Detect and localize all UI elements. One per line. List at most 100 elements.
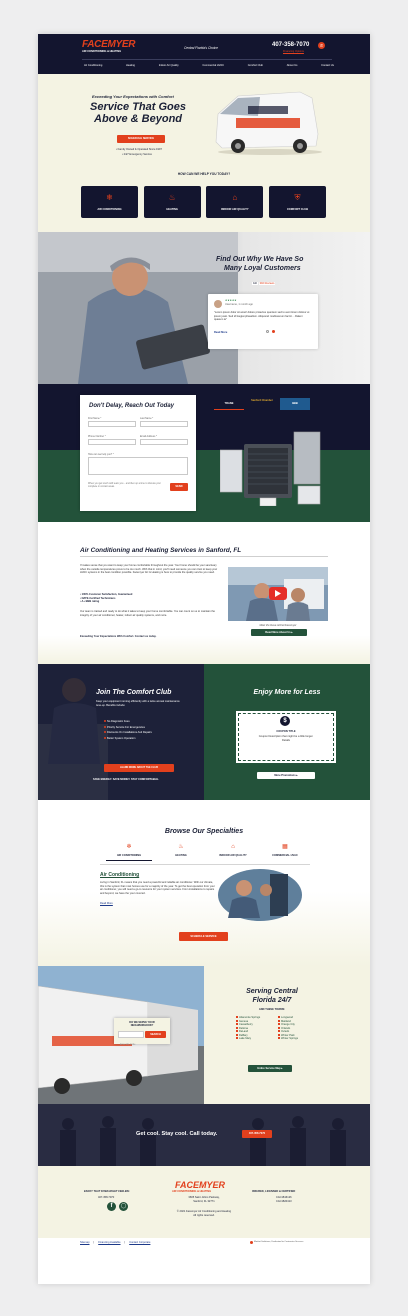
badge-chamber: Sanford Chamber — [251, 399, 273, 402]
first-name-field[interactable] — [88, 421, 136, 427]
footer-address-line2: Sanford, FL 32771 — [193, 1200, 215, 1203]
page: FACEMYER AIR CONDITIONING & HEATING Cent… — [38, 34, 370, 1284]
last-name-field[interactable] — [140, 421, 188, 427]
footer-address-line1: 3605 Saint Johns Parkway, — [188, 1196, 220, 1199]
tab-heating[interactable]: ♨ HEATING — [158, 844, 204, 860]
specialty-tabs: ❄ AIR CONDITIONING ♨ HEATING ⌂ INDOOR AI… — [106, 844, 308, 861]
hero-bullet-family-owned: • Family Owned & Operated Since 1997 — [116, 148, 162, 151]
specialties-title: Browse Our Specialties — [164, 828, 244, 835]
services-paragraph-1: If makes sense that you want to keep you… — [80, 564, 218, 574]
nav-commercial-hvac[interactable]: Commercial HVAC — [202, 64, 224, 68]
shield-icon: ⛨ — [294, 193, 301, 202]
zip-input[interactable]: Enter Zip Code — [118, 1031, 144, 1046]
send-button[interactable]: SEND — [170, 483, 188, 491]
reviewer-name: Username, 1 month ago — [225, 303, 253, 306]
area-title-line2: Florida 24/7 — [252, 997, 292, 1004]
tab-air-conditioning[interactable]: ❄ AIR CONDITIONING — [106, 844, 152, 861]
service-van-image — [215, 91, 322, 155]
specialty-read-more[interactable]: Read More — [100, 902, 113, 906]
nav-air-conditioning[interactable]: Air Conditioning — [84, 64, 102, 68]
contact-form: Don't Delay, Reach Out Today First Name … — [80, 395, 196, 511]
coupon-card[interactable]: $ COUPON TITLE Coupon Description that m… — [236, 711, 336, 763]
learn-more-club-button[interactable]: LEARN MORE ABOUT THE CLUB — [104, 764, 174, 772]
contact-corporate-link[interactable]: Contact Corporate — [129, 1241, 150, 1245]
hero-eyebrow: Exceeding Your Expectations with Comfort — [92, 94, 174, 99]
facebook-icon[interactable]: f — [107, 1202, 116, 1211]
zip-search-button[interactable]: SEARCH — [145, 1031, 166, 1038]
zip-search-box: DO WE SERVE YOUR NEIGHBORHOOD? Enter Zip… — [114, 1018, 170, 1046]
club-description: Keep your equipment running efficiently … — [96, 700, 180, 707]
footer-left-title: ENJOY THAT FIXED-RIGHT FEELING — [84, 1190, 130, 1193]
nav-divider — [82, 59, 332, 60]
services-title: Air Conditioning and Heating Services in… — [80, 547, 242, 554]
review-stars: ★★★★★ — [225, 299, 237, 302]
phone-field[interactable] — [88, 439, 136, 445]
nav-comfort-club[interactable]: Comfort Club — [248, 64, 263, 68]
about-us-button[interactable]: Read More About Us ▸ — [251, 629, 307, 636]
link-divider: | — [124, 1241, 126, 1244]
specialty-schedule-button[interactable]: SCHEDULE SERVICE — [179, 932, 228, 941]
nav-contact-us[interactable]: Contact Us — [321, 64, 334, 68]
service-area-section: DO WE SERVE YOUR NEIGHBORHOOD? Enter Zip… — [38, 966, 370, 1104]
club-benefits: No Diagnostic Fees Priority Service For … — [104, 720, 194, 740]
call-band: Get cool. Stay cool. Call today. 407-358… — [38, 1104, 370, 1166]
club-tagline: SAVE ENERGY. SAVE MONEY. STAY COMFORTABL… — [93, 778, 159, 781]
call-band-phone-button[interactable]: 407-358-7070 — [242, 1130, 272, 1138]
video-caption: Meet the Dave Alcher/Facemyer — [259, 624, 297, 627]
tab-indoor-air-quality[interactable]: ⌂ INDOOR AIR QUALITY — [210, 844, 256, 860]
message-field[interactable] — [88, 457, 188, 475]
card-indoor-air-quality[interactable]: ⌂ INDOOR AIR QUALITY — [206, 186, 264, 218]
towns-col-1: Altamonte Springs Geneva Casselberry Del… — [236, 1016, 276, 1041]
sitemap-link[interactable]: Sitemap — [80, 1241, 90, 1245]
carousel-dot-active[interactable] — [272, 330, 275, 333]
nav-indoor-air-quality[interactable]: Indoor Air Quality — [159, 64, 179, 68]
card-heating[interactable]: ♨ HEATING — [143, 186, 201, 218]
footer-credit[interactable]: Market Solutions, Dedicated to Contracto… — [254, 1241, 304, 1243]
card-air-conditioning[interactable]: ❄ AIR CONDITIONING — [81, 186, 138, 218]
carousel-dot[interactable] — [266, 330, 269, 333]
service-map-button[interactable]: Entire Service Map ▸ — [248, 1065, 292, 1072]
last-name-label: Last Name * — [140, 417, 154, 420]
check-icon — [236, 1037, 238, 1040]
rating-value: 4.9 — [252, 281, 258, 286]
benefit-text: Better System Operation — [107, 736, 136, 740]
review-card: ★★★★★ Username, 1 month ago "Lorem ipsum… — [208, 294, 318, 349]
hero-bullet-emergency: • 24/7 Emergency Service — [122, 153, 152, 156]
site-footer: ENJOY THAT FIXED-RIGHT FEELING 407-358-7… — [38, 1166, 370, 1238]
first-name-label: First Name * — [88, 417, 102, 420]
house-air-icon: ⌂ — [231, 844, 235, 850]
logo[interactable]: FACEMYER AIR CONDITIONING & HEATING — [82, 40, 142, 56]
services-closing: Exceeding Your Expectations With Comfort… — [80, 635, 157, 638]
check-icon — [236, 1030, 238, 1033]
link-divider: | — [93, 1241, 95, 1244]
town-item[interactable]: Winter Springs — [278, 1037, 318, 1041]
town-item[interactable]: Lake Mary — [236, 1037, 276, 1041]
tab-commercial-hvac[interactable]: ▦ COMMERCIAL HVAC — [262, 844, 308, 860]
footer-logo[interactable]: FACEMYER — [175, 1180, 225, 1190]
footer-phone[interactable]: 407-358-7070 — [98, 1196, 114, 1200]
email-field[interactable] — [140, 439, 188, 445]
promo-section: Enjoy More for Less $ COUPON TITLE Coupo… — [204, 664, 370, 800]
specialties-section: Browse Our Specialties ❄ AIR CONDITIONIN… — [38, 800, 370, 966]
bullet-dot-icon — [104, 725, 106, 728]
nav-heating[interactable]: Heating — [126, 64, 135, 68]
footer-right-title: INSURED, LICENSED & CERTIFIED — [252, 1190, 296, 1193]
flame-icon: ♨ — [168, 193, 176, 202]
nav-about-us[interactable]: About Us — [287, 64, 298, 68]
form-disclaimer: When you get touch with team you... and … — [88, 483, 161, 489]
video-thumbnail[interactable] — [228, 567, 328, 621]
card-comfort-club[interactable]: ⛨ COMFORT CLUB — [268, 186, 326, 218]
review-read-more[interactable]: Read More — [214, 331, 227, 335]
more-promotions-button[interactable]: More Promotions ▸ — [257, 772, 315, 779]
logo-name: FACEMYER — [82, 39, 136, 50]
header-phone[interactable]: 407-358-7070 — [272, 42, 309, 48]
financing-available-link[interactable]: Financing Available — [98, 1241, 120, 1245]
financing-link[interactable]: Financing Options — [283, 50, 304, 54]
instagram-icon[interactable]: ◯ — [119, 1202, 128, 1211]
services-paragraph-2: Our team is trained and ready to do what… — [80, 610, 215, 617]
specialty-text: Living in Sanford, FL means that you nee… — [100, 881, 215, 895]
reviews-title-line1: Find Out Why We Have So — [216, 256, 304, 263]
rating-badge[interactable]: 4.9 392 Reviews — [252, 280, 276, 287]
schedule-service-button[interactable]: SCHEDULE SERVICE — [117, 135, 165, 143]
hvac-equipment-image — [220, 431, 321, 506]
